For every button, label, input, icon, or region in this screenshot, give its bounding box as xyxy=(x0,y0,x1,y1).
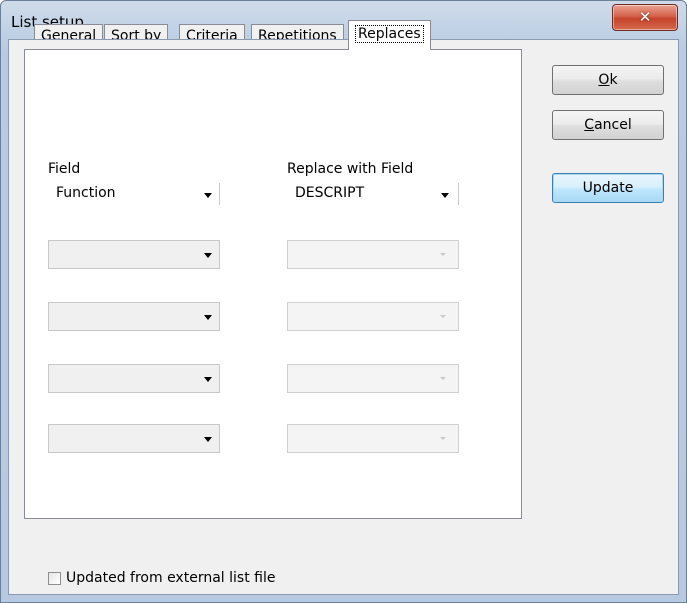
field-select-1[interactable]: Function xyxy=(48,180,220,209)
field-select-value: Function xyxy=(56,185,116,201)
field-select-2[interactable] xyxy=(48,240,220,269)
chevron-down-icon xyxy=(204,193,212,198)
external-list-checkbox[interactable] xyxy=(48,572,61,585)
combo-edge xyxy=(219,183,220,205)
field-select-3[interactable] xyxy=(48,302,220,331)
replace-field-select-3 xyxy=(287,302,459,331)
replace-with-field-header: Replace with Field xyxy=(287,161,414,177)
replace-field-select-5 xyxy=(287,424,459,453)
replace-field-select-1[interactable]: DESCRIPT xyxy=(287,180,459,209)
cancel-mnemonic: C xyxy=(584,117,595,133)
chevron-down-icon xyxy=(440,315,446,318)
chevron-down-icon xyxy=(204,315,212,320)
chevron-down-icon xyxy=(204,377,212,382)
chevron-down-icon xyxy=(440,253,446,256)
chevron-down-icon xyxy=(440,437,446,440)
update-button[interactable]: Update xyxy=(552,173,664,203)
chevron-down-icon xyxy=(441,193,449,198)
replace-field-select-2 xyxy=(287,240,459,269)
ok-button[interactable]: Ok xyxy=(552,65,664,95)
field-header: Field xyxy=(48,161,81,177)
chevron-down-icon xyxy=(204,253,212,258)
field-select-4[interactable] xyxy=(48,364,220,393)
cancel-button[interactable]: Cancel xyxy=(552,110,664,140)
combo-edge xyxy=(458,183,459,205)
replace-field-select-4 xyxy=(287,364,459,393)
replace-field-value: DESCRIPT xyxy=(295,185,365,201)
chevron-down-icon xyxy=(204,437,212,442)
chevron-down-icon xyxy=(440,377,446,380)
external-list-label[interactable]: Updated from external list file xyxy=(66,570,275,586)
ok-label-rest: k xyxy=(609,72,618,88)
ok-mnemonic: O xyxy=(598,72,610,88)
field-select-5[interactable] xyxy=(48,424,220,453)
cancel-label-rest: ancel xyxy=(594,117,632,133)
